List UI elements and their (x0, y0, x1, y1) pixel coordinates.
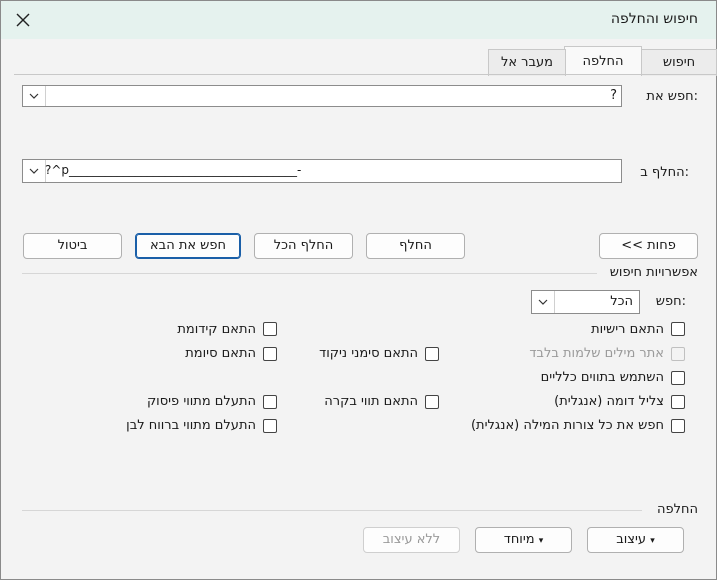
replace-button[interactable]: החלף (366, 233, 465, 259)
replace-label: החלף ב: (640, 165, 689, 180)
find-replace-dialog: חיפוש והחלפה חיפוש החלפה מעבר אל חפש את:… (0, 0, 717, 580)
tab-replace-label: החלפה (582, 54, 624, 69)
whole-words-checkbox[interactable] (671, 347, 685, 361)
match-diacritics-checkbox[interactable] (425, 347, 439, 361)
find-value: ? (610, 88, 617, 103)
match-prefix-label: התאם קידומת (177, 322, 256, 337)
title-bar: חיפוש והחלפה (1, 1, 716, 39)
search-direction-select[interactable]: הכל (531, 290, 640, 314)
ignore-whitespace-label: התעלם מתווי ברווח לבן (126, 418, 256, 433)
replace-input[interactable]: ?^p_____________________________________… (22, 159, 622, 183)
tab-goto-label: מעבר אל (500, 55, 554, 70)
tab-find-label: חיפוש (662, 55, 696, 70)
ignore-punctuation-checkbox[interactable] (263, 395, 277, 409)
caret-down-icon: ▾ (538, 536, 544, 546)
search-direction-label: חפש: (655, 294, 686, 309)
match-suffix-label: התאם סיומת (185, 346, 256, 361)
match-case-checkbox[interactable] (671, 322, 685, 336)
caret-down-icon: ▾ (650, 536, 655, 546)
match-suffix-checkbox[interactable] (263, 347, 277, 361)
less-button[interactable]: << פחות (599, 233, 698, 259)
all-word-forms-label: חפש את כל צורות המילה (אנגלית) (470, 418, 664, 433)
find-input[interactable]: ? (22, 85, 622, 107)
chevron-down-icon (29, 168, 39, 174)
replace-all-button[interactable]: החלף הכל (254, 233, 353, 259)
format-label: עיצוב (616, 532, 647, 547)
tab-find[interactable]: חיפוש (641, 49, 717, 76)
replace-section-divider (22, 510, 642, 511)
cancel-button[interactable]: ביטול (23, 233, 122, 259)
search-options-divider (22, 273, 597, 274)
dialog-title: חיפוש והחלפה (610, 11, 698, 27)
replace-dropdown-button[interactable] (23, 160, 46, 182)
find-label: חפש את: (646, 89, 698, 104)
find-dropdown-button[interactable] (23, 86, 46, 106)
close-icon (16, 13, 30, 27)
special-label: מיוחד (503, 532, 535, 547)
search-direction-dropdown[interactable] (532, 291, 555, 313)
all-word-forms-checkbox[interactable] (671, 419, 685, 433)
match-diacritics-label: התאם סימני ניקוד (319, 346, 418, 361)
chevron-down-icon (29, 93, 39, 99)
find-next-button[interactable]: חפש את הבא (135, 233, 241, 259)
search-options-title: אפשרויות חיפוש (609, 265, 698, 280)
tab-replace[interactable]: החלפה (564, 46, 642, 75)
match-kashida-label: התאם תווי בקרה (324, 394, 418, 409)
special-button[interactable]: מיוחד ▾ (475, 527, 572, 553)
no-formatting-button[interactable]: ללא עיצוב (363, 527, 460, 553)
search-direction-value: הכל (610, 294, 633, 309)
sounds-like-label: צליל דומה (אנגלית) (554, 394, 664, 409)
replace-section-title: החלפה (657, 502, 698, 517)
wildcards-checkbox[interactable] (671, 371, 685, 385)
chevron-down-icon (538, 299, 548, 305)
ignore-whitespace-checkbox[interactable] (263, 419, 277, 433)
match-kashida-checkbox[interactable] (425, 395, 439, 409)
replace-value: ?^p_____________________________________… (45, 163, 302, 177)
format-button[interactable]: עיצוב ▾ (587, 527, 684, 553)
match-case-label: התאם רישיות (591, 322, 664, 337)
tab-panel-border (14, 74, 716, 75)
wildcards-label: השתמש בתווים כלליים (540, 370, 664, 385)
whole-words-label: אתר מילים שלמות בלבד (529, 346, 664, 361)
sounds-like-checkbox[interactable] (671, 395, 685, 409)
tab-goto[interactable]: מעבר אל (488, 49, 566, 76)
close-button[interactable] (11, 8, 35, 32)
ignore-punctuation-label: התעלם מתווי פיסוק (146, 394, 256, 409)
match-prefix-checkbox[interactable] (263, 322, 277, 336)
